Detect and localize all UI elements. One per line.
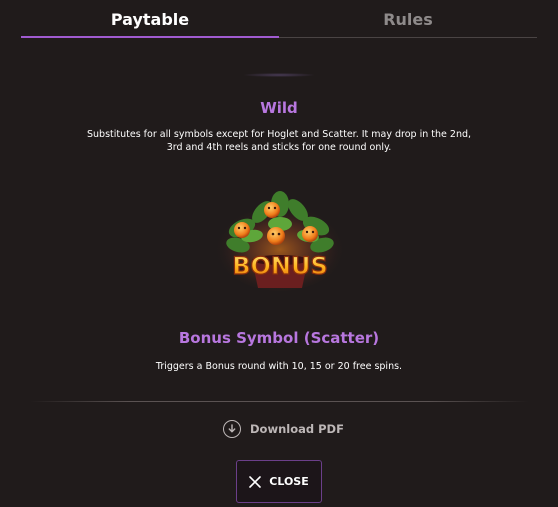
download-circle-icon — [223, 420, 241, 438]
section-glow-divider — [244, 73, 314, 77]
bonus-symbol-text: BONUS — [232, 252, 328, 280]
close-icon — [249, 475, 262, 488]
paytable-page: Paytable Rules Wild Substitutes for all … — [0, 0, 558, 507]
close-button[interactable]: CLOSE — [236, 460, 322, 503]
close-label: CLOSE — [269, 475, 309, 488]
bonus-symbol-image: BONUS — [214, 191, 346, 291]
wild-description: Substitutes for all symbols except for H… — [86, 129, 472, 153]
bonus-description: Triggers a Bonus round with 10, 15 or 20… — [155, 361, 403, 372]
tab-bar: Paytable Rules — [21, 0, 537, 38]
wild-title: Wild — [260, 99, 298, 117]
footer-divider — [30, 401, 528, 402]
active-tab-indicator — [21, 36, 279, 38]
download-pdf-link[interactable]: Download PDF — [223, 418, 344, 440]
tab-paytable[interactable]: Paytable — [21, 0, 279, 38]
bonus-title: Bonus Symbol (Scatter) — [178, 329, 380, 347]
tab-rules[interactable]: Rules — [279, 0, 537, 38]
download-pdf-label: Download PDF — [250, 422, 344, 436]
tab-underline — [21, 36, 537, 38]
